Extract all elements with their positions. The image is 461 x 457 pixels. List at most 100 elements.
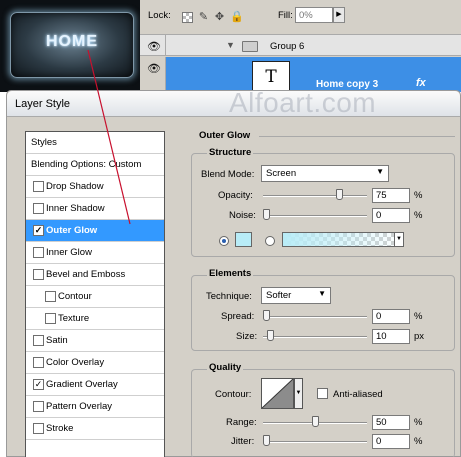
style-item-color-overlay[interactable]: Color Overlay [26,352,164,374]
size-label: Size: [236,331,258,342]
chevron-down-icon: ▼ [376,167,384,176]
jitter-slider-track[interactable] [263,441,367,443]
styles-header[interactable]: Styles [26,132,164,154]
glow-gradient-picker[interactable] [282,232,403,247]
size-slider-thumb[interactable] [266,330,274,341]
lock-label: Lock: [148,10,171,21]
eye-icon[interactable]: 👁 [147,62,161,75]
glow-color-swatch[interactable] [235,232,252,247]
fill-input[interactable]: 0% [295,7,333,23]
blend-mode-select[interactable]: Screen ▼ [261,165,389,182]
dialog-title: Layer Style [15,98,71,110]
checkbox[interactable] [33,401,44,412]
style-item-label: Inner Shadow [46,203,105,214]
size-slider-track[interactable] [263,336,367,338]
opacity-unit: % [414,190,423,201]
style-item-inner-glow[interactable]: Inner Glow [26,242,164,264]
anti-aliased-checkbox[interactable] [317,388,328,399]
spread-slider-thumb[interactable] [263,310,270,321]
style-item-stroke[interactable]: Stroke [26,418,164,440]
jitter-label: Jitter: [231,436,255,447]
outer-glow-title: Outer Glow [199,130,251,141]
anti-aliased-label: Anti-aliased [333,389,383,400]
jitter-input[interactable]: 0 [372,434,410,449]
visibility-cell[interactable]: 👁 [140,57,166,92]
checkbox[interactable] [33,269,44,280]
checkbox-checked[interactable]: ✓ [33,225,44,236]
spread-input[interactable]: 0 [372,309,410,324]
lock-all-icon[interactable]: 🔒 [230,12,244,23]
jitter-slider-thumb[interactable] [263,435,270,446]
fx-icon[interactable]: fx [416,77,426,89]
style-item-label: Inner Glow [46,247,92,258]
chevron-down-icon: ▼ [318,289,326,298]
fill-arrow-icon[interactable]: ▶ [333,7,345,23]
blending-options-label: Blending Options: Custom [31,159,142,170]
lock-position-icon[interactable]: ✥ [214,12,225,23]
layer-style-dialog: Layer Style Alfoart.com Styles Blending … [6,87,461,457]
style-item-satin[interactable]: Satin [26,330,164,352]
layer-row-group[interactable]: 👁 ▼ Group 6 [140,34,461,56]
checkbox[interactable] [33,247,44,258]
color-radio-button[interactable] [219,236,229,246]
style-item-texture[interactable]: Texture [26,308,164,330]
structure-title: Structure [207,147,254,158]
checkbox[interactable] [45,313,56,324]
lock-transparency-icon[interactable] [182,12,193,23]
checkbox[interactable] [33,335,44,346]
opacity-slider-thumb[interactable] [335,189,343,200]
visibility-cell[interactable]: 👁 [140,35,166,55]
style-item-drop-shadow[interactable]: Drop Shadow [26,176,164,198]
folder-icon [242,41,258,52]
lock-pixels-icon[interactable]: ✎ [198,12,209,23]
style-item-label: Pattern Overlay [46,401,112,412]
checkbox[interactable] [33,181,44,192]
range-input[interactable]: 50 [372,415,410,430]
style-item-label: Stroke [46,423,74,434]
checkbox[interactable] [33,357,44,368]
checkbox-checked[interactable]: ✓ [33,379,44,390]
style-item-gradient-overlay[interactable]: ✓ Gradient Overlay [26,374,164,396]
style-item-inner-shadow[interactable]: Inner Shadow [26,198,164,220]
layers-panel: Lock: ✎ ✥ 🔒 Fill: 0% ▶ 👁 ▼ Group 6 👁 T H… [140,0,461,92]
style-item-label: Satin [46,335,68,346]
expand-triangle-icon[interactable]: ▼ [226,40,235,50]
noise-slider-thumb[interactable] [263,209,270,220]
watermark: Alfoart.com [229,87,377,118]
spread-label: Spread: [221,311,255,322]
styles-list: Styles Blending Options: Custom Drop Sha… [25,131,165,457]
home-button-preview: HOME [0,0,140,92]
noise-input[interactable]: 0 [372,208,410,223]
checkbox[interactable] [33,423,44,434]
eye-icon[interactable]: 👁 [147,40,161,53]
range-unit: % [414,417,423,428]
style-item-contour[interactable]: Contour [26,286,164,308]
noise-unit: % [414,210,423,221]
opacity-slider-track[interactable] [263,195,367,197]
gradient-radio-button[interactable] [265,236,275,246]
checkbox[interactable] [33,203,44,214]
checkbox[interactable] [45,291,56,302]
section-divider [259,136,455,137]
size-input[interactable]: 10 [372,329,410,344]
group-name: Group 6 [270,41,305,52]
home-button-label: HOME [46,33,98,50]
range-slider-thumb[interactable] [311,416,319,427]
home-button-graphic: HOME [10,12,134,78]
style-item-label: Texture [58,313,90,324]
style-item-bevel-and-emboss[interactable]: Bevel and Emboss [26,264,164,286]
gradient-dropdown-arrow-icon[interactable]: ▼ [394,232,404,247]
contour-preview[interactable] [261,378,294,409]
style-item-pattern-overlay[interactable]: Pattern Overlay [26,396,164,418]
jitter-unit: % [414,436,423,447]
style-item-outer-glow[interactable]: ✓ Outer Glow [26,220,164,242]
spread-slider-track[interactable] [263,316,367,318]
style-item-label: Bevel and Emboss [46,269,126,280]
opacity-input[interactable]: 75 [372,188,410,203]
contour-dropdown-arrow-icon[interactable]: ▼ [294,378,303,409]
blending-options-item[interactable]: Blending Options: Custom [26,154,164,176]
technique-select[interactable]: Softer ▼ [261,287,331,304]
noise-slider-track[interactable] [263,215,367,217]
spread-unit: % [414,311,423,322]
contour-curve-icon [261,378,294,409]
